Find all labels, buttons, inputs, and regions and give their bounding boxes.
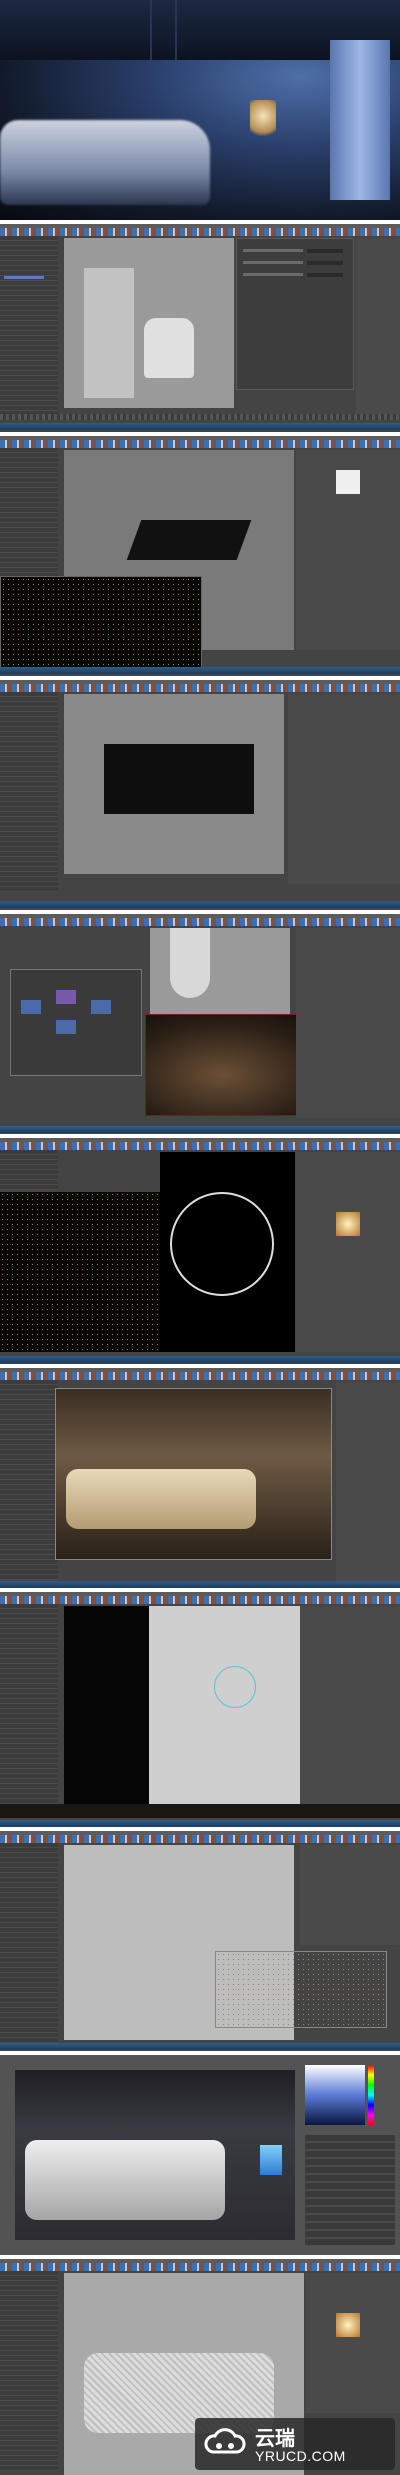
shelf-toolbar[interactable] (0, 1142, 400, 1150)
brand-name: 云瑞 (255, 2426, 295, 2450)
render-window[interactable] (0, 576, 202, 668)
viewport[interactable] (64, 238, 234, 408)
outliner[interactable] (0, 2271, 58, 2471)
attribute-editor[interactable] (300, 1606, 400, 1806)
photoshop-final-bedroom (0, 2055, 400, 2255)
taskbar[interactable] (0, 423, 400, 430)
ceiling-slat (150, 0, 152, 60)
shelf-toolbar[interactable] (0, 1835, 400, 1843)
wall-panel (84, 268, 134, 398)
attribute-editor[interactable] (288, 694, 400, 884)
outliner[interactable] (0, 1150, 58, 1190)
light-gizmo[interactable] (170, 1192, 274, 1296)
armchair[interactable] (144, 318, 194, 378)
light-swatch[interactable] (336, 1212, 360, 1236)
viewport[interactable] (160, 1152, 295, 1352)
viewport[interactable] (64, 694, 284, 874)
node[interactable] (56, 990, 76, 1004)
shelf-toolbar[interactable] (0, 918, 400, 926)
outliner-selection[interactable] (4, 276, 44, 279)
shelf-toolbar[interactable] (0, 684, 400, 692)
light-gizmo[interactable] (214, 1666, 256, 1708)
tv (260, 2145, 282, 2175)
node[interactable] (56, 1020, 76, 1034)
attr-field[interactable] (307, 261, 343, 265)
maya-bed-frame (0, 680, 400, 910)
taskbar[interactable] (0, 1356, 400, 1363)
shelf-toolbar[interactable] (0, 1372, 400, 1380)
hypershade-window[interactable] (10, 969, 142, 1076)
attribute-editor[interactable] (296, 450, 400, 650)
outliner[interactable] (0, 236, 58, 416)
hero-render (0, 0, 400, 220)
shelf-toolbar[interactable] (0, 440, 400, 448)
attr-field[interactable] (307, 273, 343, 277)
canvas[interactable] (15, 2070, 295, 2240)
brand-url: YRUCD.COM (255, 2448, 346, 2464)
maya-warm-bedroom-render (0, 1368, 400, 1588)
attribute-editor[interactable] (306, 2273, 400, 2413)
layers-panel[interactable] (305, 2135, 395, 2245)
maya-noisy-render-light (0, 1138, 400, 1364)
maya-viewport-noisy-render (0, 1831, 400, 2051)
render-strip (0, 1804, 400, 1818)
lamp-shade[interactable] (170, 928, 210, 998)
taskbar[interactable] (0, 667, 400, 674)
attribute-editor[interactable] (296, 1152, 400, 1352)
attr-row (243, 273, 303, 276)
light-swatch[interactable] (336, 2313, 360, 2337)
black-table[interactable] (126, 520, 252, 560)
bed (0, 120, 210, 205)
taskbar[interactable] (0, 2043, 400, 2050)
node[interactable] (21, 1000, 41, 1014)
attribute-editor-window[interactable] (236, 238, 354, 390)
maya-dark-wall-light (0, 1592, 400, 1827)
color-picker[interactable] (305, 2065, 365, 2125)
swatch[interactable] (336, 470, 360, 494)
window (330, 40, 390, 200)
bed-frame[interactable] (104, 744, 254, 814)
maya-armchair-view (0, 224, 400, 432)
bed (66, 1469, 256, 1529)
outliner[interactable] (0, 1843, 58, 2043)
cloud-logo-icon (204, 2428, 246, 2454)
attr-field[interactable] (307, 249, 343, 253)
lamp (250, 100, 276, 140)
maya-object-render (0, 436, 400, 676)
attr-row (243, 249, 303, 252)
render-window[interactable] (0, 1192, 160, 1352)
watermark: 云瑞 YRUCD.COM (195, 2418, 395, 2470)
outliner[interactable] (0, 1380, 58, 1580)
attribute-editor[interactable] (296, 928, 400, 1118)
node[interactable] (91, 1000, 111, 1014)
shelf-toolbar[interactable] (0, 228, 400, 236)
maya-hypershade-lamp (0, 914, 400, 1134)
bed (25, 2140, 225, 2220)
viewport[interactable] (64, 1606, 300, 1806)
attribute-editor[interactable] (300, 1845, 400, 1945)
hue-slider[interactable] (368, 2065, 374, 2125)
taskbar[interactable] (0, 1820, 400, 1827)
dark-wall (64, 1606, 149, 1806)
render-window[interactable] (55, 1388, 332, 1560)
taskbar[interactable] (0, 1126, 400, 1133)
attr-row (243, 261, 303, 264)
taskbar[interactable] (0, 901, 400, 908)
shelf-toolbar[interactable] (0, 2263, 400, 2271)
ceiling-slat (175, 0, 177, 60)
taskbar[interactable] (0, 1581, 400, 1588)
outliner[interactable] (0, 692, 58, 892)
attribute-editor[interactable] (356, 238, 400, 418)
render-window[interactable] (215, 1951, 387, 2028)
timeline[interactable] (0, 414, 400, 420)
attribute-editor[interactable] (336, 1382, 400, 1582)
shelf-toolbar[interactable] (0, 1596, 400, 1604)
outliner[interactable] (0, 1604, 58, 1804)
